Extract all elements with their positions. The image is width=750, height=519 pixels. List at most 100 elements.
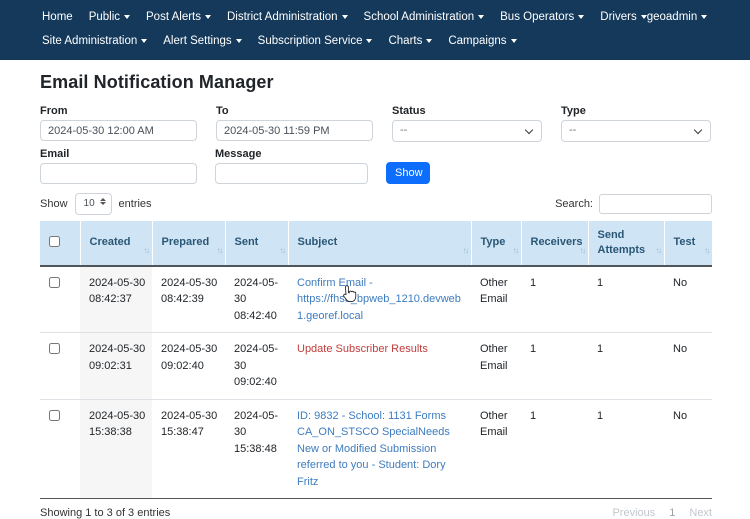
col-header-receivers[interactable]: Receivers↑↓: [521, 221, 588, 266]
caret-down-icon: [511, 39, 517, 43]
nav-item-district-administration[interactable]: District Administration: [227, 7, 348, 27]
type-cell: Other Email: [471, 333, 521, 400]
user-menu-geoadmin[interactable]: geoadmin: [647, 7, 708, 27]
table-header-row: Created↑↓ Prepared↑↓ Sent↑↓ Subject↑↓ Ty…: [40, 221, 712, 266]
send-attempts-cell: 1: [588, 333, 664, 400]
send-attempts-cell: 1: [588, 399, 664, 499]
email-notifications-table: Created↑↓ Prepared↑↓ Sent↑↓ Subject↑↓ Ty…: [40, 221, 712, 499]
test-cell: No: [664, 266, 712, 333]
nav-item-home[interactable]: Home: [42, 7, 73, 27]
pagination-next[interactable]: Next: [689, 507, 712, 519]
sort-icon: ↑↓: [656, 246, 661, 257]
subject-cell: Update Subscriber Results: [288, 333, 471, 400]
row-checkbox[interactable]: [49, 343, 60, 354]
col-header-created[interactable]: Created↑↓: [80, 221, 152, 266]
receivers-cell: 1: [521, 333, 588, 400]
email-input[interactable]: [40, 163, 197, 184]
nav-item-post-alerts[interactable]: Post Alerts: [146, 7, 211, 27]
nav-item-charts[interactable]: Charts: [388, 31, 432, 51]
message-input[interactable]: [215, 163, 368, 184]
sent-cell: 2024-05-30 09:02:40: [225, 333, 288, 400]
row-checkbox[interactable]: [49, 410, 60, 421]
to-datetime-input[interactable]: [216, 120, 373, 141]
page-length-select[interactable]: 10: [75, 193, 112, 215]
caret-down-icon: [141, 39, 147, 43]
col-header-test[interactable]: Test↑↓: [664, 221, 712, 266]
created-cell: 2024-05-30 15:38:38: [80, 399, 152, 499]
main-content: Email Notification Manager From To Statu…: [0, 60, 750, 519]
sort-icon: ↑↓: [144, 246, 149, 257]
sort-icon: ↑↓: [217, 246, 222, 257]
from-datetime-input[interactable]: [40, 120, 197, 141]
show-button[interactable]: Show: [386, 162, 430, 184]
nav-item-alert-settings[interactable]: Alert Settings: [163, 31, 241, 51]
sort-icon: ↑↓: [463, 246, 468, 257]
caret-down-icon: [426, 39, 432, 43]
select-all-checkbox[interactable]: [49, 236, 60, 247]
col-header-subject[interactable]: Subject↑↓: [288, 221, 471, 266]
nav-item-public[interactable]: Public: [89, 7, 130, 27]
col-header-sent[interactable]: Sent↑↓: [225, 221, 288, 266]
search-input[interactable]: [599, 194, 712, 214]
message-label: Message: [215, 148, 368, 160]
nav-item-bus-operators[interactable]: Bus Operators: [500, 7, 584, 27]
filter-row-1: From To Status -- Type --: [40, 99, 712, 142]
to-label: To: [216, 105, 373, 117]
chevron-down-icon: [694, 126, 702, 134]
pagination-previous[interactable]: Previous: [612, 507, 655, 519]
table-row: 2024-05-30 08:42:37 2024-05-30 08:42:39 …: [40, 266, 712, 333]
email-field-group: Email: [40, 142, 197, 184]
nav-item-campaigns[interactable]: Campaigns: [448, 31, 516, 51]
send-attempts-cell: 1: [588, 266, 664, 333]
caret-down-icon: [205, 15, 211, 19]
prepared-cell: 2024-05-30 15:38:47: [152, 399, 225, 499]
caret-down-icon: [701, 15, 707, 19]
created-cell: 2024-05-30 09:02:31: [80, 333, 152, 400]
subject-link-hovered[interactable]: Update Subscriber Results: [297, 343, 428, 355]
navbar-row-1: Home Public Post Alerts District Adminis…: [42, 7, 736, 27]
navbar-row-2: Site Administration Alert Settings Subsc…: [42, 31, 736, 51]
created-cell: 2024-05-30 08:42:37: [80, 266, 152, 333]
table-row: 2024-05-30 09:02:31 2024-05-30 09:02:40 …: [40, 333, 712, 400]
navbar-main-menu: Home Public Post Alerts District Adminis…: [42, 7, 647, 27]
type-select[interactable]: --: [561, 120, 711, 142]
col-header-send-attempts[interactable]: Send Attempts↑↓: [588, 221, 664, 266]
sort-icon: ↑↓: [280, 246, 285, 257]
table-footer: Showing 1 to 3 of 3 entries Previous 1 N…: [40, 507, 712, 519]
email-label: Email: [40, 148, 197, 160]
search-label: Search:: [555, 198, 593, 210]
status-label: Status: [392, 105, 542, 117]
status-select[interactable]: --: [392, 120, 542, 142]
pagination: Previous 1 Next: [612, 507, 712, 519]
type-label: Type: [561, 105, 711, 117]
pagination-page-1[interactable]: 1: [669, 507, 675, 519]
row-select-cell: [40, 266, 80, 333]
row-checkbox[interactable]: [49, 277, 60, 288]
row-select-cell: [40, 333, 80, 400]
subject-link[interactable]: Confirm Email - https://fhsd_bpweb_1210.…: [297, 277, 461, 322]
show-entries-label-right: entries: [119, 198, 152, 210]
table-row: 2024-05-30 15:38:38 2024-05-30 15:38:47 …: [40, 399, 712, 499]
from-field-group: From: [40, 99, 197, 142]
nav-item-subscription-service[interactable]: Subscription Service: [258, 31, 373, 51]
caret-down-icon: [366, 39, 372, 43]
prepared-cell: 2024-05-30 09:02:40: [152, 333, 225, 400]
col-header-select-all: [40, 221, 80, 266]
table-controls: Show 10 entries Search:: [40, 193, 712, 215]
nav-item-site-administration[interactable]: Site Administration: [42, 31, 147, 51]
from-label: From: [40, 105, 197, 117]
type-cell: Other Email: [471, 399, 521, 499]
col-header-prepared[interactable]: Prepared↑↓: [152, 221, 225, 266]
receivers-cell: 1: [521, 399, 588, 499]
spinner-updown-icon: [100, 198, 106, 205]
subject-link[interactable]: ID: 9832 - School: 1131 Forms CA_ON_STSC…: [297, 410, 450, 488]
sort-icon: ↑↓: [580, 246, 585, 257]
type-field-group: Type --: [561, 99, 711, 142]
sort-icon: ↑↓: [704, 246, 709, 257]
entries-info-text: Showing 1 to 3 of 3 entries: [40, 507, 170, 519]
nav-item-drivers[interactable]: Drivers: [600, 7, 646, 27]
col-header-type[interactable]: Type↑↓: [471, 221, 521, 266]
top-navbar: Home Public Post Alerts District Adminis…: [0, 0, 750, 60]
chevron-down-icon: [525, 126, 533, 134]
nav-item-school-administration[interactable]: School Administration: [364, 7, 485, 27]
